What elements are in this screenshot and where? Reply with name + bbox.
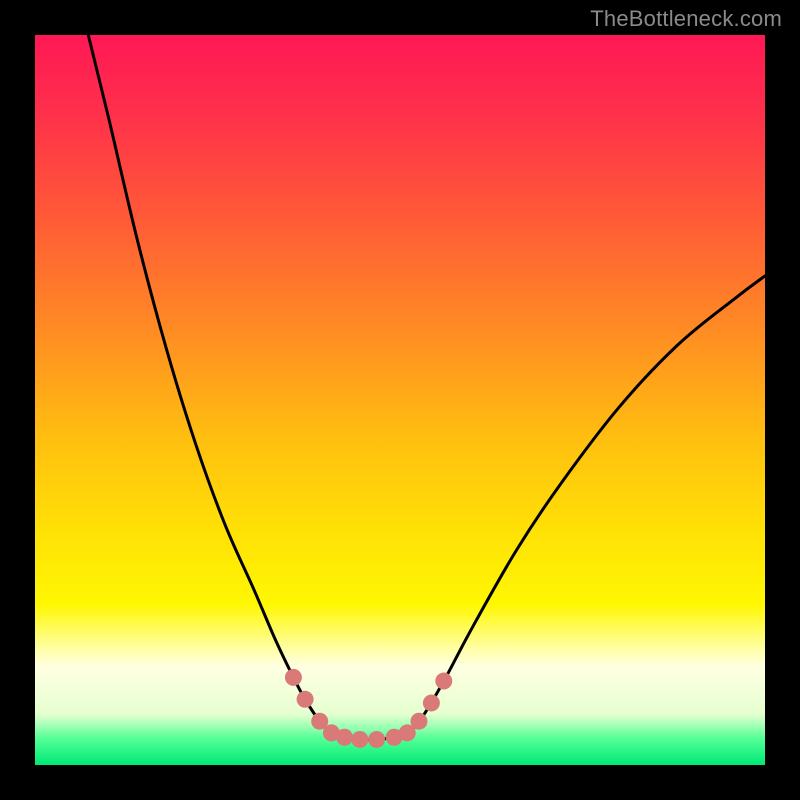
trough-marker — [297, 691, 314, 708]
chart-frame: TheBottleneck.com — [0, 0, 800, 800]
trough-marker — [285, 669, 302, 686]
curve-layer — [35, 35, 765, 765]
bottleneck-curve — [88, 35, 765, 740]
trough-marker — [351, 731, 368, 748]
trough-marker — [410, 713, 427, 730]
watermark-text: TheBottleneck.com — [590, 6, 782, 32]
trough-marker — [368, 731, 385, 748]
trough-marker — [435, 673, 452, 690]
trough-marker — [423, 694, 440, 711]
plot-area — [35, 35, 765, 765]
trough-marker — [336, 729, 353, 746]
